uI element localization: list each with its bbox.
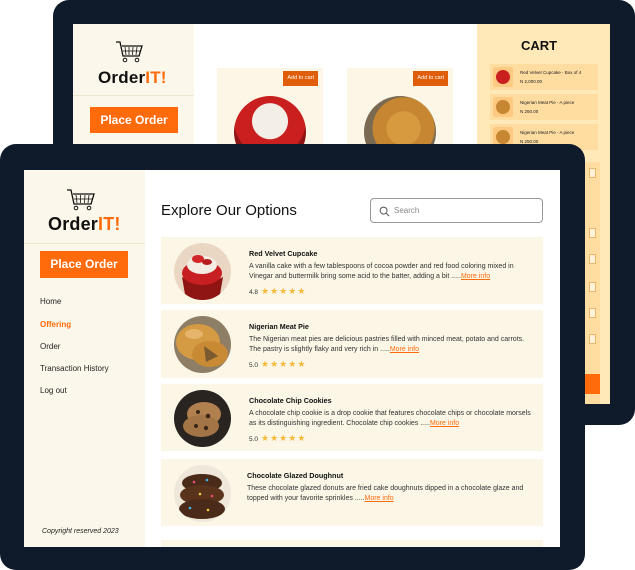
add-to-cart-button[interactable]: Add to cart [283,71,318,86]
product-card[interactable]: Red Velvet Cupcake A vanilla cake with a… [161,237,543,304]
product-rating: 5.0 ★★★★★ [249,359,307,369]
product-card-partial [161,540,543,547]
sidebar-item-offering[interactable]: Offering [40,320,71,329]
product-card[interactable]: Chocolate Glazed Doughnut These chocolat… [161,459,543,526]
meat-pie-image [174,316,231,373]
more-info-link[interactable]: More info [390,346,419,353]
product-description: A chocolate chip cookie is a drop cookie… [249,410,531,427]
sidebar-item-order[interactable]: Order [40,342,60,351]
cart-item[interactable]: Red Velvet Cupcake - Box of 4 N 2,000.00 [490,64,598,90]
cart-item-name: Red Velvet Cupcake - Box of 4 [520,70,582,75]
cart-item-price: N 250.00 [520,109,539,114]
copyright-text: Copyright reserved 2023 [42,528,119,535]
form-field[interactable] [589,254,596,264]
back-logo: OrderIT! [73,24,194,96]
cart-item-thumb [493,67,513,87]
cart-icon [116,41,143,63]
cart-item-name: Nigerian Meat Pie - A piece [520,100,575,105]
form-field[interactable] [589,168,596,178]
place-order-button[interactable]: Place Order [40,251,128,278]
red-velvet-cupcake-image [174,243,231,300]
cart-item-price: N 2,000.00 [520,79,543,84]
chocolate-glazed-doughnut-image [174,465,231,522]
brand-logo: OrderIT! [98,68,167,87]
product-name: Chocolate Glazed Doughnut [247,471,344,480]
sidebar: OrderIT! Place Order Home Offering Order… [24,170,145,547]
cart-icon [67,189,95,211]
product-description: A vanilla cake with a few tablespoons of… [249,263,514,280]
sidebar-item-transaction-history[interactable]: Transaction History [40,364,109,373]
product-name: Red Velvet Cupcake [249,249,318,258]
form-field[interactable] [589,308,596,318]
more-info-link[interactable]: More info [461,273,490,280]
chocolate-chip-cookies-image [174,390,231,447]
logo: OrderIT! [24,170,145,244]
sidebar-item-log-out[interactable]: Log out [40,386,67,395]
product-rating: 4.8 ★★★★★ [249,286,307,296]
front-device-screen: OrderIT! Place Order Home Offering Order… [24,170,560,547]
product-card[interactable]: Nigerian Meat Pie The Nigerian meat pies… [161,310,543,378]
cart-title: CART [520,38,558,53]
place-order-button[interactable]: Place Order [90,107,178,133]
more-info-link[interactable]: More info [365,495,394,502]
sidebar-item-home[interactable]: Home [40,297,61,306]
cart-item-name: Nigerian Meat Pie - A piece [520,130,575,135]
form-field[interactable] [589,228,596,238]
cart-item-thumb [493,97,513,117]
mockup-stage: OrderIT! Place Order Add to cart Add to … [0,0,635,570]
more-info-link[interactable]: More info [430,420,459,427]
add-to-cart-button[interactable]: Add to cart [413,71,448,86]
star-rating-icon: ★★★★★ [261,286,307,296]
cart-item[interactable]: Nigerian Meat Pie - A piece N 250.00 [490,94,598,120]
form-field[interactable] [589,334,596,344]
product-description: These chocolate glazed donuts are fried … [247,485,524,502]
star-rating-icon: ★★★★★ [261,433,307,443]
star-rating-icon: ★★★★★ [261,359,307,369]
product-card[interactable]: Chocolate Chip Cookies A chocolate chip … [161,384,543,451]
page-title: Explore Our Options [161,202,297,219]
brand-logo: OrderIT! [48,214,121,234]
product-name: Chocolate Chip Cookies [249,396,332,405]
search-input[interactable]: Search [370,198,543,223]
form-field[interactable] [589,282,596,292]
search-icon [379,206,390,217]
search-placeholder: Search [394,206,420,215]
product-name: Nigerian Meat Pie [249,322,309,331]
product-description: The Nigerian meat pies are delicious pas… [249,336,525,353]
product-rating: 5.0 ★★★★★ [249,433,307,443]
